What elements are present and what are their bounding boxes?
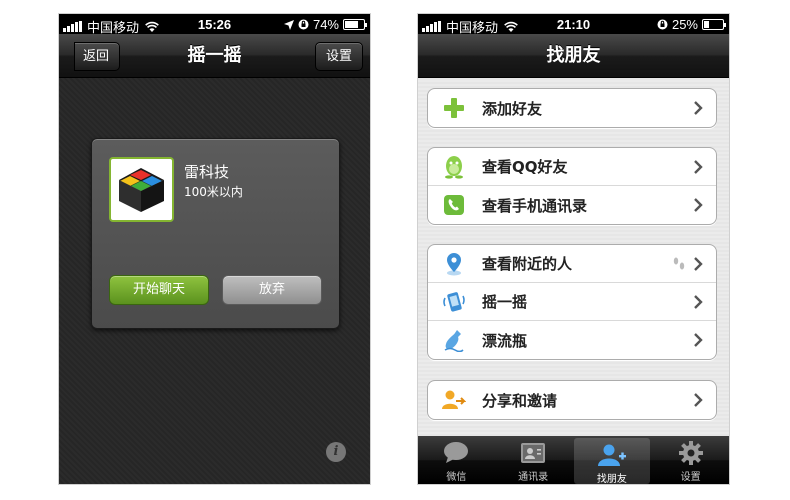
info-icon[interactable]: i [326,442,346,462]
contact-distance: 100米以内 [184,185,243,199]
list-item-drift-bottle[interactable]: 漂流瓶 [428,321,716,359]
start-chat-button[interactable]: 开始聊天 [109,275,209,305]
list-item-label: 添加好友 [482,99,543,118]
footprints-icon [673,257,685,270]
shake-content: 雷科技 100米以内 开始聊天 放弃 i [59,78,370,484]
chat-bubble-icon [441,440,471,466]
share-invite-icon [442,388,466,412]
chevron-right-icon [694,101,703,115]
leikeji-logo-icon [119,168,164,212]
gear-icon [676,440,706,466]
list-item-label: 摇一摇 [482,293,528,311]
list-item-label: 查看手机通讯录 [482,196,588,215]
list-item-qq-friends[interactable]: 查看QQ好友 [428,148,716,186]
nav-bar: 返回 摇一摇 设置 [59,34,370,78]
tab-label: 通讯录 [518,472,549,483]
bottle-icon [442,328,466,352]
list-item-share-invite[interactable]: 分享和邀请 [428,381,716,419]
list-item-nearby-people[interactable]: 查看附近的人 [428,245,716,283]
battery-icon [343,19,367,30]
settings-button[interactable]: 设置 [314,42,363,71]
tab-label: 微信 [446,472,467,483]
location-arrow-icon [283,19,294,30]
chevron-right-icon [694,160,703,174]
phone-book-icon [442,193,466,217]
shake-screen: 中国移动 15:26 74% 返回 摇一摇 设置 雷科技 100米以内 开始聊天… [59,14,370,484]
list-group-share: 分享和邀请 [427,380,717,420]
contacts-card-icon [518,440,548,466]
status-bar: 中国移动 15:26 74% [59,14,370,35]
give-up-button[interactable]: 放弃 [222,275,322,305]
list-group-discover: 查看附近的人 摇一摇 漂流瓶 [427,244,717,360]
tab-bar: 微信 通讯录 找朋友 设置 [418,436,729,484]
rotation-lock-icon [657,19,668,30]
add-friend-icon [597,442,627,468]
chevron-right-icon [694,333,703,347]
qq-penguin-icon [442,155,466,179]
list-item-phone-contacts[interactable]: 查看手机通讯录 [428,186,716,224]
list-group-import: 查看QQ好友 查看手机通讯录 [427,147,717,225]
status-bar: 中国移动 21:10 25% [418,14,729,35]
list-item-add-friend[interactable]: 添加好友 [428,89,716,127]
contact-name: 雷科技 [184,163,230,181]
page-title: 找朋友 [546,45,601,66]
shake-phone-icon [442,290,466,314]
rotation-lock-icon [298,19,309,30]
match-result-card: 雷科技 100米以内 开始聊天 放弃 [91,138,340,329]
chevron-right-icon [694,295,703,309]
list-item-label: 漂流瓶 [482,331,528,350]
chevron-right-icon [694,393,703,407]
nav-bar: 找朋友 [418,34,729,78]
back-button[interactable]: 返回 [74,42,121,71]
list-item-label: 查看QQ好友 [482,158,568,176]
tab-label: 找朋友 [596,474,627,484]
tab-contacts[interactable]: 通讯录 [495,436,572,484]
list-item-label: 分享和邀请 [482,391,558,410]
contact-avatar[interactable] [109,157,174,222]
battery-percent: 74% [312,17,339,32]
tab-settings[interactable]: 设置 [652,436,729,484]
plus-icon [442,96,466,120]
chevron-right-icon [694,257,703,271]
location-pin-icon [442,252,466,276]
list-item-label: 查看附近的人 [482,255,573,273]
find-friends-screen: 中国移动 21:10 25% 找朋友 添加好友 查看QQ好友 查看手机通讯录 查… [418,14,729,484]
battery-icon [702,19,726,30]
tab-chats[interactable]: 微信 [418,436,495,484]
friends-list: 添加好友 查看QQ好友 查看手机通讯录 查看附近的人 摇一摇 漂流瓶 分享和邀请 [418,78,729,436]
list-group-add: 添加好友 [427,88,717,128]
battery-percent: 25% [671,17,698,32]
tab-find-friends[interactable]: 找朋友 [573,438,651,484]
tab-label: 设置 [680,472,701,483]
back-button-label: 返回 [83,49,110,64]
chevron-right-icon [694,198,703,212]
list-item-shake[interactable]: 摇一摇 [428,283,716,321]
